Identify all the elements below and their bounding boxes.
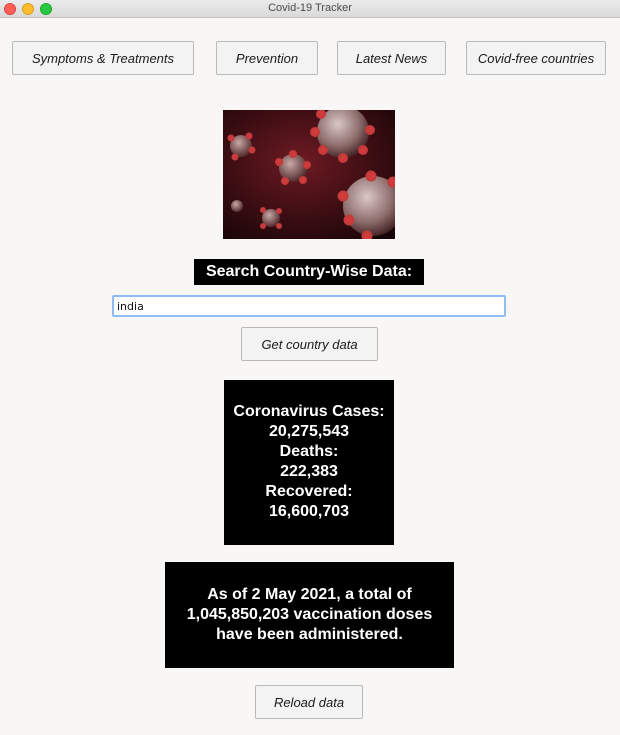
vaccination-line-1: As of 2 May 2021, a total of	[207, 586, 412, 603]
search-label: Search Country-Wise Data:	[194, 259, 424, 285]
vaccination-line-3: have been administered.	[216, 626, 403, 643]
get-country-data-button[interactable]: Get country data	[241, 327, 378, 361]
cases-value: 20,275,543	[268, 423, 350, 440]
prevention-button[interactable]: Prevention	[216, 41, 318, 75]
vaccination-panel: As of 2 May 2021, a total of 1,045,850,2…	[165, 562, 454, 668]
cases-label: Coronavirus Cases:	[233, 403, 385, 420]
country-search-input[interactable]	[112, 295, 506, 317]
country-stats-panel: Coronavirus Cases: 20,275,543 Deaths: 22…	[224, 380, 394, 545]
recovered-value: 16,600,703	[268, 503, 350, 520]
deaths-value: 222,383	[280, 463, 338, 480]
latest-news-button[interactable]: Latest News	[337, 41, 446, 75]
window-title: Covid-19 Tracker	[268, 2, 352, 14]
title-bar: Covid-19 Tracker	[0, 0, 620, 18]
vaccination-line-2: 1,045,850,203 vaccination doses	[186, 606, 433, 623]
coronavirus-image	[223, 110, 395, 239]
symptoms-treatments-button[interactable]: Symptoms & Treatments	[12, 41, 194, 75]
reload-data-button[interactable]: Reload data	[255, 685, 363, 719]
app-window: Covid-19 Tracker Symptoms & Treatments P…	[0, 0, 620, 735]
covid-free-countries-button[interactable]: Covid-free countries	[466, 41, 606, 75]
recovered-label: Recovered:	[265, 483, 353, 500]
deaths-label: Deaths:	[279, 443, 339, 460]
